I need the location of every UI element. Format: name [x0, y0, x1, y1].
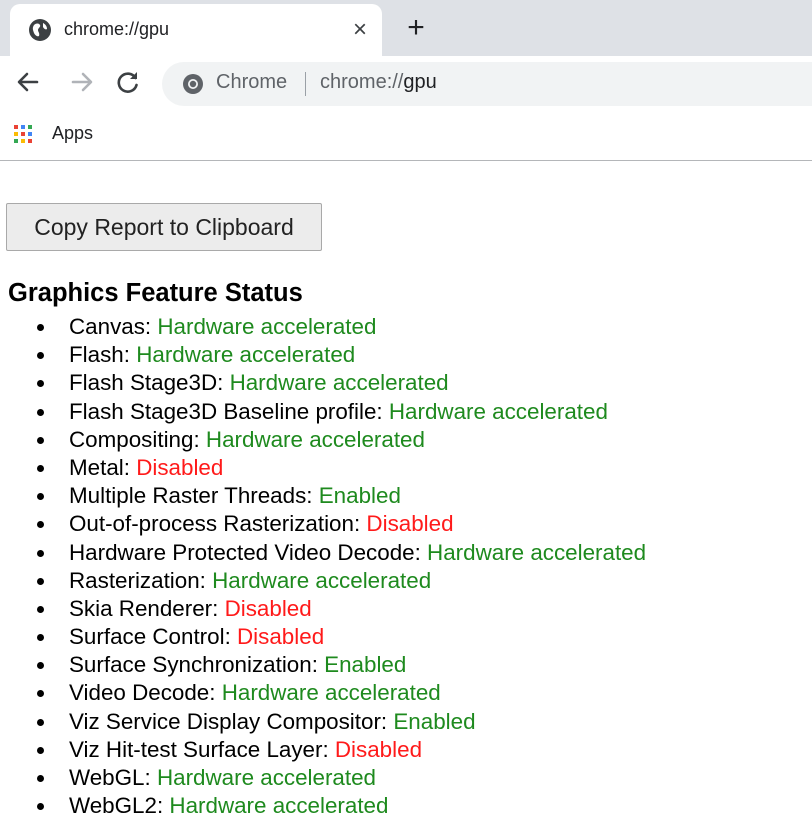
arrow-left-icon — [17, 72, 39, 92]
list-item: Flash Stage3D: Hardware accelerated — [0, 369, 646, 397]
list-item: Flash: Hardware accelerated — [0, 341, 646, 369]
bullet-icon — [37, 746, 44, 754]
feature-name: Flash: — [69, 342, 137, 368]
feature-status: Hardware accelerated — [221, 680, 441, 706]
feature-name: Video Decode: — [69, 680, 222, 706]
chrome-icon — [182, 73, 204, 95]
list-item: Viz Service Display Compositor: Enabled — [0, 708, 646, 736]
bullet-icon — [37, 634, 44, 642]
list-item: WebGL2: Hardware accelerated — [0, 792, 646, 820]
feature-status: Enabled — [324, 652, 407, 678]
feature-status: Hardware accelerated — [205, 426, 425, 452]
new-tab-button[interactable]: + — [398, 10, 434, 46]
list-item: Viz Hit-test Surface Layer: Disabled — [0, 736, 646, 764]
feature-name: Metal: — [69, 454, 137, 480]
page-content: Copy Report to Clipboard Graphics Featur… — [0, 161, 812, 833]
feature-name: Skia Renderer: — [69, 595, 225, 621]
feature-status-list: Canvas: Hardware accelerated Flash: Hardw… — [0, 313, 646, 820]
back-button[interactable] — [10, 64, 46, 100]
list-item: Metal: Disabled — [0, 454, 646, 482]
bullet-icon — [37, 521, 44, 529]
reload-button[interactable] — [110, 64, 146, 100]
feature-name: Rasterization: — [69, 567, 213, 593]
feature-status: Disabled — [366, 511, 454, 537]
feature-status: Hardware accelerated — [157, 314, 377, 339]
list-item: Canvas: Hardware accelerated — [0, 313, 646, 341]
omnibox[interactable]: Chrome chrome://gpu — [162, 62, 812, 106]
bullet-icon — [37, 662, 44, 670]
bookmarks-bar: Apps — [0, 110, 812, 161]
globe-icon — [28, 18, 52, 42]
apps-grid-icon — [14, 125, 32, 143]
bullet-icon — [37, 324, 44, 331]
tab-strip: chrome://gpu × + — [0, 0, 812, 56]
bullet-icon — [37, 464, 44, 472]
feature-status: Enabled — [318, 483, 401, 509]
copy-report-button[interactable]: Copy Report to Clipboard — [6, 203, 322, 251]
feature-status: Hardware accelerated — [136, 342, 356, 368]
list-item: Surface Control: Disabled — [0, 623, 646, 651]
bullet-icon — [37, 549, 44, 557]
feature-status: Disabled — [334, 736, 423, 762]
bullet-icon — [37, 577, 44, 585]
arrow-right-icon — [71, 72, 93, 92]
url-scheme: chrome:// — [320, 71, 404, 93]
feature-name: WebGL: — [69, 765, 157, 790]
reload-icon — [117, 72, 138, 93]
bullet-icon — [37, 436, 44, 444]
feature-name: Flash Stage3D: — [69, 370, 230, 396]
toolbar: Chrome chrome://gpu — [0, 56, 812, 110]
omnibox-divider — [305, 72, 306, 96]
feature-status: Hardware accelerated — [388, 398, 608, 424]
feature-name: Out-of-process Rasterization: — [69, 511, 367, 537]
forward-button[interactable] — [64, 64, 100, 100]
feature-name: Viz Hit-test Surface Layer: — [69, 736, 335, 762]
bullet-icon — [37, 605, 44, 613]
bullet-icon — [37, 718, 44, 726]
omnibox-chip-label: Chrome — [216, 71, 288, 93]
list-item: WebGL: Hardware accelerated — [0, 764, 646, 792]
feature-name: Multiple Raster Threads: — [69, 483, 319, 509]
list-item: Out-of-process Rasterization: Disabled — [0, 510, 646, 538]
feature-status: Enabled — [393, 708, 476, 734]
list-item: Flash Stage3D Baseline profile: Hardware… — [0, 398, 646, 426]
feature-status: Disabled — [237, 624, 325, 650]
bullet-icon — [37, 408, 44, 416]
feature-name: Hardware Protected Video Decode: — [69, 539, 428, 565]
feature-name: Viz Service Display Compositor: — [69, 708, 394, 734]
feature-status: Hardware accelerated — [229, 370, 449, 396]
bullet-icon — [37, 775, 44, 782]
feature-name: Canvas: — [69, 314, 158, 339]
feature-name: Surface Control: — [69, 624, 238, 650]
list-item: Surface Synchronization: Enabled — [0, 651, 646, 679]
tab-active[interactable]: chrome://gpu × — [10, 4, 382, 56]
list-item: Hardware Protected Video Decode: Hardwar… — [0, 539, 646, 567]
list-item: Compositing: Hardware accelerated — [0, 426, 646, 454]
url-host: gpu — [403, 71, 437, 93]
list-item: Rasterization: Hardware accelerated — [0, 567, 646, 595]
bullet-icon — [37, 380, 44, 388]
feature-status: Disabled — [224, 595, 312, 621]
feature-status: Disabled — [136, 454, 224, 480]
bullet-icon — [37, 352, 44, 360]
close-tab-icon[interactable]: × — [344, 12, 376, 48]
feature-name: WebGL2: — [69, 793, 170, 819]
bullet-icon — [37, 690, 44, 698]
omnibox-url: chrome://gpu — [320, 71, 437, 94]
feature-status: Hardware accelerated — [212, 567, 432, 593]
bullet-icon — [37, 803, 44, 811]
feature-name: Surface Synchronization: — [69, 652, 325, 678]
tab-title: chrome://gpu — [64, 19, 170, 39]
list-item: Skia Renderer: Disabled — [0, 595, 646, 623]
feature-status: Hardware accelerated — [156, 765, 376, 790]
list-item: Multiple Raster Threads: Enabled — [0, 482, 646, 510]
bullet-icon — [37, 493, 44, 501]
feature-status: Hardware accelerated — [427, 539, 647, 565]
feature-name: Flash Stage3D Baseline profile: — [69, 398, 389, 424]
section-title: Graphics Feature Status — [8, 279, 303, 307]
apps-label: Apps — [52, 123, 94, 143]
feature-name: Compositing: — [69, 426, 206, 452]
feature-status: Hardware accelerated — [169, 793, 389, 819]
list-item: Video Decode: Hardware accelerated — [0, 679, 646, 707]
